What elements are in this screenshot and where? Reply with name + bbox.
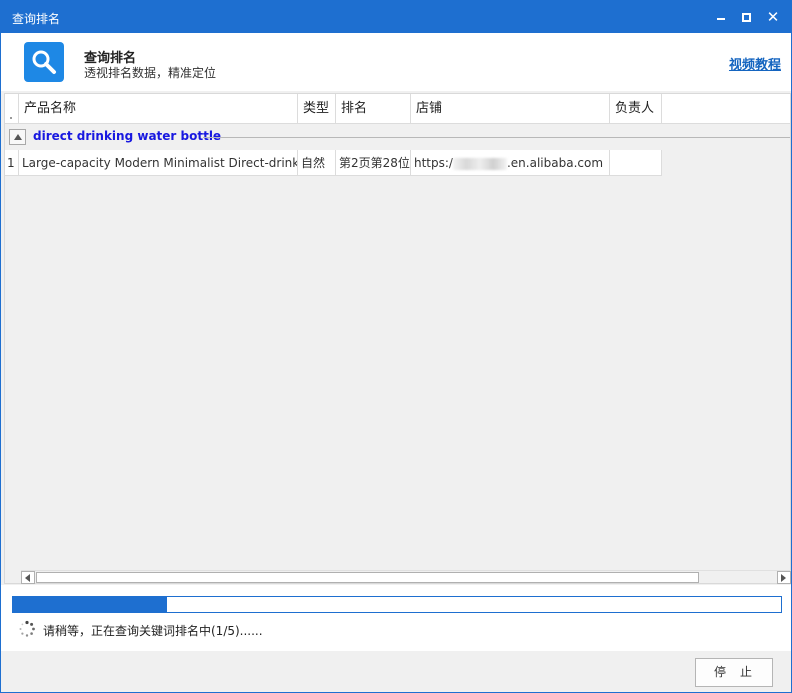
grid-header: 产品名称 类型 排名 店铺 负责人 — [5, 94, 790, 124]
results-grid: 产品名称 类型 排名 店铺 负责人 direct drinking water … — [4, 93, 791, 584]
progress-area: 请稍等，正在查询关键词排名中(1/5)...... — [1, 585, 791, 651]
table-row[interactable]: 1 Large-capacity Modern Minimalist Direc… — [5, 150, 790, 176]
app-window: 查询排名 ✕ 查询排名 透视排名数据，精准定位 视频教程 产品名称 类型 排名 … — [0, 0, 792, 693]
store-url-prefix: https:/ — [414, 156, 453, 170]
column-header-rank[interactable]: 排名 — [336, 94, 411, 124]
triangle-up-icon — [14, 134, 22, 140]
group-divider — [203, 137, 790, 138]
cell-owner[interactable] — [610, 150, 662, 176]
arrow-right-icon — [781, 574, 786, 582]
close-icon: ✕ — [766, 8, 780, 26]
cell-rank[interactable]: 第2页第28位 — [336, 150, 411, 176]
page-header: 查询排名 透视排名数据，精准定位 视频教程 — [1, 33, 791, 91]
title-bar[interactable]: 查询排名 ✕ — [1, 1, 791, 33]
group-label: direct drinking water bottle — [33, 129, 222, 143]
maximize-button[interactable] — [739, 9, 755, 25]
minimize-button[interactable] — [713, 9, 729, 25]
stop-button[interactable]: 停止 — [695, 658, 773, 687]
column-header-product[interactable]: 产品名称 — [19, 94, 298, 124]
column-header-owner[interactable]: 负责人 — [610, 94, 662, 124]
collapse-group-button[interactable] — [9, 129, 26, 145]
page-subtitle: 透视排名数据，精准定位 — [84, 66, 217, 80]
status-message: 请稍等，正在查询关键词排名中(1/5)...... — [43, 624, 263, 638]
group-row: direct drinking water bottle — [5, 125, 790, 149]
cell-product[interactable]: Large-capacity Modern Minimalist Direct-… — [19, 150, 298, 176]
arrow-left-icon — [25, 574, 30, 582]
window-title: 查询排名 — [12, 12, 61, 26]
column-header-store[interactable]: 店铺 — [411, 94, 610, 124]
cell-type[interactable]: 自然 — [298, 150, 336, 176]
row-header-corner[interactable] — [5, 94, 19, 124]
search-icon — [24, 42, 64, 82]
scrollbar-thumb[interactable] — [36, 572, 699, 583]
close-button[interactable]: ✕ — [765, 9, 781, 25]
maximize-icon — [742, 13, 751, 22]
scroll-left-button[interactable] — [21, 571, 35, 584]
video-tutorial-link[interactable]: 视频教程 — [729, 54, 781, 73]
horizontal-scrollbar[interactable] — [21, 570, 791, 584]
progress-fill — [13, 597, 167, 612]
redacted-blur — [452, 157, 507, 170]
column-header-type[interactable]: 类型 — [298, 94, 336, 124]
store-url-suffix: .en.alibaba.com — [506, 156, 604, 170]
cell-store[interactable]: https:/ .en.alibaba.com — [411, 150, 610, 176]
progress-bar — [12, 596, 782, 613]
loading-spinner-icon — [19, 620, 35, 637]
scroll-right-button[interactable] — [777, 571, 791, 584]
footer: 停止 — [1, 651, 791, 692]
minimize-icon — [717, 18, 725, 20]
row-number: 1 — [5, 150, 19, 176]
